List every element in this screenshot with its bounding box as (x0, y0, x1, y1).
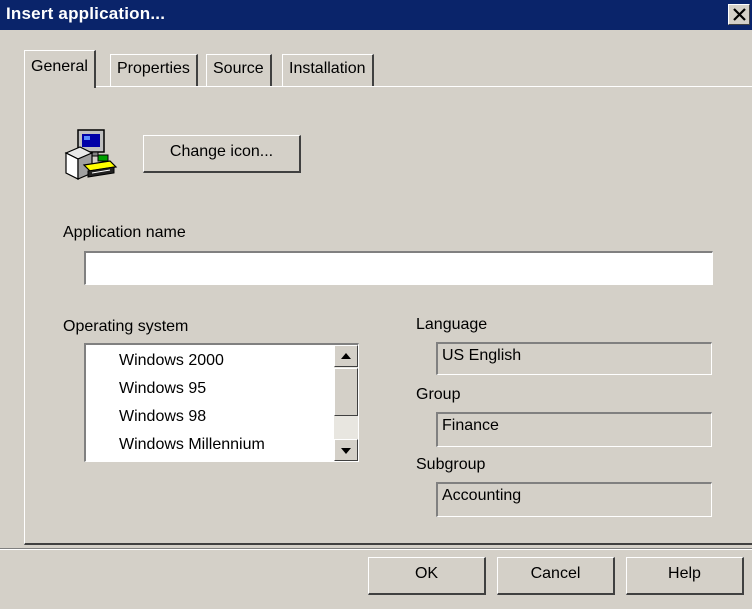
tab-source-label: Source (213, 60, 264, 77)
ok-label: OK (414, 565, 439, 582)
cancel-button[interactable]: Cancel (497, 557, 615, 595)
bottom-divider (0, 548, 752, 550)
close-icon (733, 8, 746, 21)
title-bar: Insert application... (0, 0, 752, 30)
tab-installation[interactable]: Installation (282, 54, 374, 86)
window-title: Insert application... (6, 4, 166, 23)
close-button[interactable] (728, 4, 750, 25)
help-button[interactable]: Help (626, 557, 744, 595)
tab-properties-label: Properties (117, 60, 190, 77)
tab-general[interactable]: General (24, 50, 96, 88)
tab-installation-label: Installation (289, 60, 366, 77)
insert-application-dialog: Insert application... General Properties… (0, 0, 752, 609)
help-label: Help (668, 565, 701, 582)
tab-general-label: General (31, 58, 88, 75)
ok-button[interactable]: OK (368, 557, 486, 595)
cancel-label: Cancel (530, 565, 581, 582)
tab-panel-general (24, 86, 752, 545)
tab-properties[interactable]: Properties (110, 54, 198, 86)
tab-source[interactable]: Source (206, 54, 272, 86)
